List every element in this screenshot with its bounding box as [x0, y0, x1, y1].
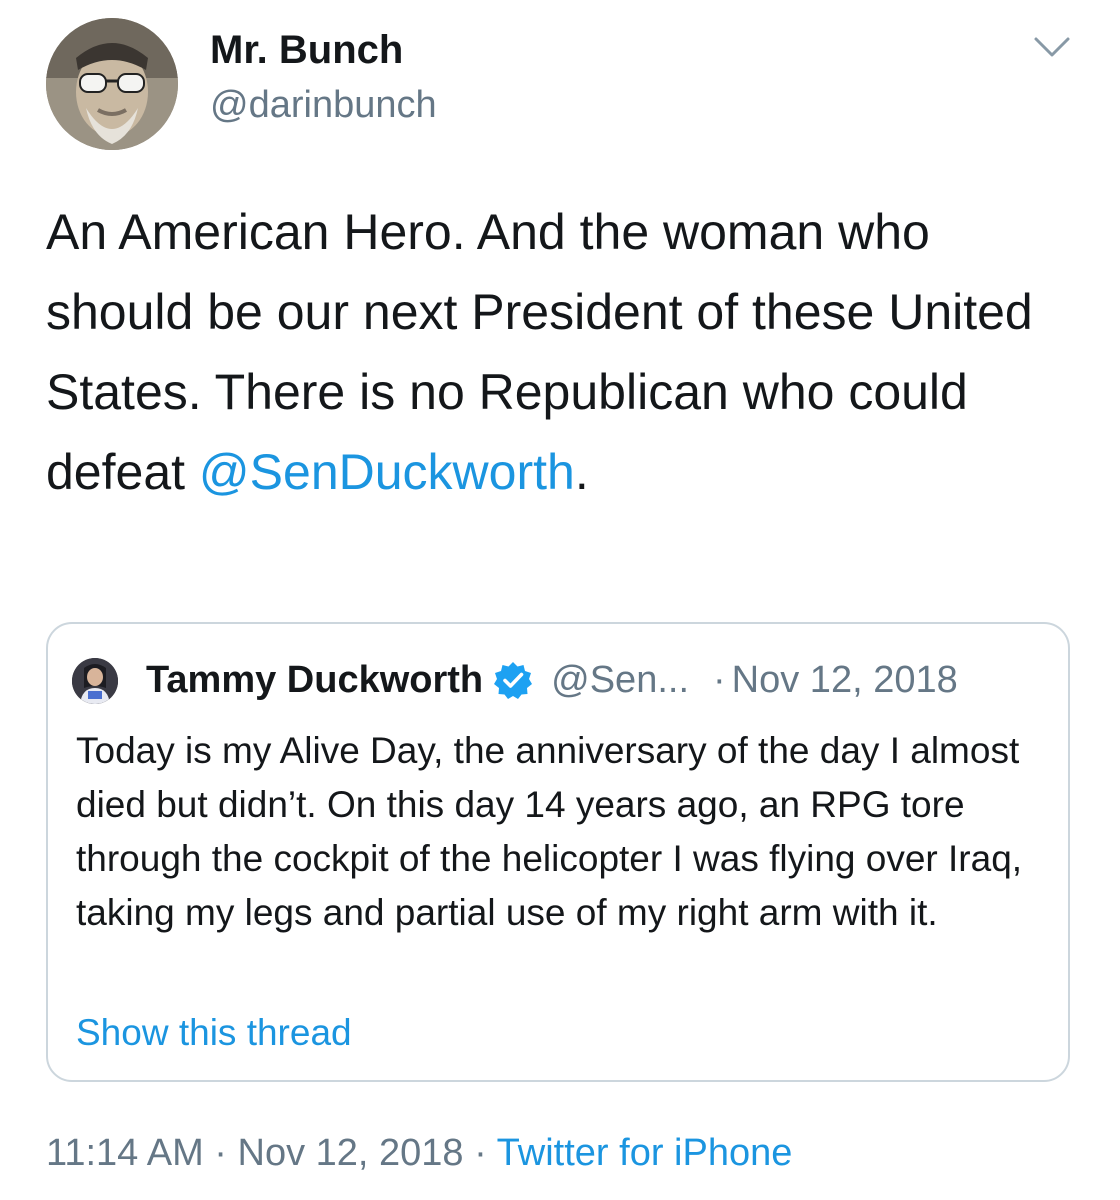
mention-link[interactable]: @SenDuckworth — [199, 444, 575, 500]
show-thread-link[interactable]: Show this thread — [76, 1006, 352, 1060]
tweet-time[interactable]: 11:14 AM — [46, 1132, 204, 1174]
tweet-text: An American Hero. And the woman who shou… — [46, 192, 1086, 512]
chevron-down-icon[interactable] — [1032, 34, 1072, 60]
tweet-date[interactable]: Nov 12, 2018 — [238, 1132, 464, 1174]
quoted-tweet-text: Today is my Alive Day, the anniversary o… — [76, 730, 1023, 933]
author-avatar[interactable] — [46, 18, 178, 150]
quoted-author-avatar[interactable] — [72, 658, 118, 704]
tweet-footer: 11:14 AM · Nov 12, 2018 · Twitter for iP… — [46, 1132, 792, 1175]
footer-separator: · — [214, 1132, 227, 1174]
tweet-text-end: . — [574, 444, 589, 500]
author-handle[interactable]: @darinbunch — [210, 84, 437, 127]
quoted-header-separator: · — [713, 659, 726, 701]
quoted-tweet-date[interactable]: Nov 12, 2018 — [732, 656, 958, 704]
quoted-tweet-header: Tammy Duckworth @Sen... · Nov 12, 2018 — [146, 656, 958, 704]
quoted-author-name[interactable]: Tammy Duckworth — [146, 656, 483, 704]
footer-separator: · — [474, 1132, 487, 1174]
quoted-author-handle[interactable]: @Sen... — [551, 656, 689, 704]
author-display-name[interactable]: Mr. Bunch — [210, 28, 403, 73]
quoted-tweet-card[interactable]: Tammy Duckworth @Sen... · Nov 12, 2018 T… — [46, 622, 1070, 1082]
tweet-source-link[interactable]: Twitter for iPhone — [497, 1132, 793, 1174]
verified-badge-icon — [493, 660, 533, 700]
